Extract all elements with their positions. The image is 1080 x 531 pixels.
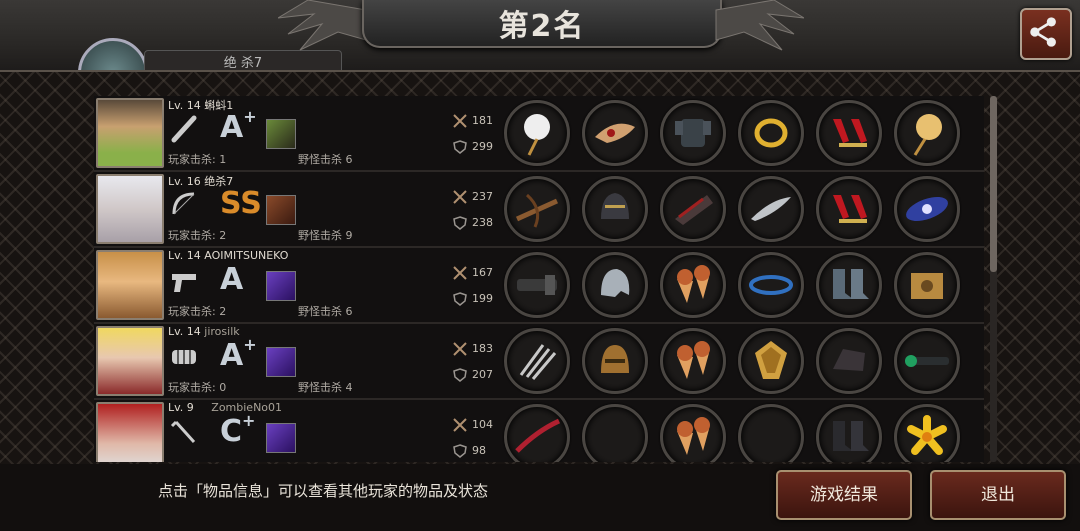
character-skill-icon[interactable] [266, 119, 296, 149]
ice-cream-cones-icon[interactable] [660, 328, 726, 394]
player-kills: 玩家击杀: 2 [168, 229, 227, 242]
player-kills: 玩家击杀: 0 [168, 381, 227, 394]
black-boots-icon[interactable] [816, 404, 882, 462]
knight-helmet-icon[interactable] [582, 176, 648, 242]
claw-blades-icon[interactable] [504, 328, 570, 394]
player-row[interactable]: Lv. 9 ZombieNo01 C+ 104 98 [94, 400, 984, 462]
red-high-heels-icon[interactable] [816, 100, 882, 166]
attack-stat: 183 [452, 342, 493, 356]
game-result-button[interactable]: 游戏结果 [776, 470, 912, 520]
defense-stat: 98 [452, 444, 486, 458]
purple-beast-skill-icon[interactable] [266, 347, 296, 377]
player-row[interactable]: Lv. 14 AOIMITSUNEKO A 玩家击杀: 2 野怪击杀 6 167… [94, 248, 984, 324]
player-portrait[interactable] [96, 250, 164, 320]
player-row[interactable]: Lv. 14 jirosilk A+ 玩家击杀: 0 野怪击杀 4 183 20… [94, 324, 984, 400]
arm-guard-icon[interactable] [660, 176, 726, 242]
galaxy-icon[interactable] [894, 176, 960, 242]
baseball-bat-icon [171, 115, 197, 143]
attack-stat: 181 [452, 114, 493, 128]
monster-kills: 野怪击杀 6 [298, 305, 353, 318]
winged-mask-icon[interactable] [582, 100, 648, 166]
purple-beast-skill-icon[interactable] [266, 423, 296, 453]
pistol-icon [172, 274, 196, 292]
portrait-fan-icon[interactable] [894, 100, 960, 166]
shield-icon [453, 444, 467, 458]
metal-boots-icon[interactable] [816, 252, 882, 318]
crossed-swords-icon [453, 114, 467, 128]
crossed-swords-icon [453, 190, 467, 204]
empty-slot[interactable] [738, 404, 804, 462]
defense-stat: 299 [452, 140, 493, 154]
grade-badge: A+ [220, 335, 257, 373]
right-wing-ornament-icon [715, 0, 804, 51]
player-name: Lv. 14 AOIMITSUNEKO [168, 249, 289, 262]
crowbar-icon [170, 420, 196, 444]
ice-cream-cones-icon[interactable] [660, 404, 726, 462]
attack-stat: 167 [452, 266, 493, 280]
bronze-helmet-icon[interactable] [582, 328, 648, 394]
crossed-swords-icon [453, 342, 467, 356]
attack-stat: 237 [452, 190, 493, 204]
player-portrait[interactable] [96, 402, 164, 462]
player-name: Lv. 9 ZombieNo01 [168, 401, 283, 414]
grade-badge: SS [220, 186, 262, 221]
attack-stat: 104 [452, 418, 493, 432]
monster-kills: 野怪击杀 9 [298, 229, 353, 242]
empty-slot[interactable] [582, 404, 648, 462]
player-row[interactable]: Lv. 14 蝌蚪1 A+ 玩家击杀: 1 野怪击杀 6 181 299 [94, 96, 984, 172]
monster-kills: 野怪击杀 4 [298, 381, 353, 394]
red-whip-icon[interactable] [504, 404, 570, 462]
hint-text: 点击「物品信息」可以查看其他玩家的物品及状态 [158, 482, 489, 500]
player-list[interactable]: Lv. 14 蝌蚪1 A+ 玩家击杀: 1 野怪击杀 6 181 299 Lv.… [94, 96, 984, 462]
brass-knuckles-icon [172, 350, 196, 364]
crossed-swords-icon [453, 266, 467, 280]
crossed-swords-icon [453, 418, 467, 432]
shield-icon [453, 216, 467, 230]
gold-ring-icon[interactable] [738, 100, 804, 166]
shuriken-skill-icon[interactable] [266, 195, 296, 225]
yellow-lily-icon[interactable] [894, 404, 960, 462]
body-armor-icon[interactable] [660, 100, 726, 166]
steel-helmet-icon[interactable] [582, 252, 648, 318]
player-row[interactable]: Lv. 16 绝杀7 SS 玩家击杀: 2 野怪击杀 9 237 238 [94, 172, 984, 248]
shield-icon [453, 140, 467, 154]
red-high-heels-icon[interactable] [816, 176, 882, 242]
player-kills: 玩家击杀: 2 [168, 305, 227, 318]
feather-blade-icon[interactable] [738, 176, 804, 242]
defense-stat: 238 [452, 216, 493, 230]
defense-stat: 207 [452, 368, 493, 382]
grade-badge: A+ [220, 107, 257, 145]
rank-plate: 第2名 [362, 0, 722, 48]
list-scrollbar[interactable] [990, 96, 997, 462]
player-portrait[interactable] [96, 98, 164, 168]
gold-shield-icon[interactable] [738, 328, 804, 394]
defense-stat: 199 [452, 292, 493, 306]
left-wing-ornament-icon [278, 0, 367, 51]
minigun-icon[interactable] [504, 252, 570, 318]
purple-beast-skill-icon[interactable] [266, 271, 296, 301]
shield-icon [453, 292, 467, 306]
player-portrait[interactable] [96, 174, 164, 244]
gauntlet-icon[interactable] [816, 328, 882, 394]
scrollbar-thumb[interactable] [990, 96, 997, 272]
grade-badge: A [220, 262, 244, 297]
monster-kills: 野怪击杀 6 [298, 153, 353, 166]
exit-button[interactable]: 退出 [930, 470, 1066, 520]
player-name: Lv. 14 jirosilk [168, 325, 240, 338]
share-icon [1030, 17, 1056, 47]
shield-icon [453, 368, 467, 382]
rank-title: 第2名 [498, 9, 586, 44]
grade-badge: C+ [220, 411, 256, 449]
crossbow-icon[interactable] [504, 176, 570, 242]
paper-fan-icon[interactable] [504, 100, 570, 166]
sniper-scope-icon[interactable] [894, 328, 960, 394]
player-portrait[interactable] [96, 326, 164, 396]
ice-cream-cones-icon[interactable] [660, 252, 726, 318]
blue-bead-necklace-icon[interactable] [738, 252, 804, 318]
share-button[interactable] [1020, 8, 1072, 60]
supply-box-icon[interactable] [894, 252, 960, 318]
player-kills: 玩家击杀: 1 [168, 153, 227, 166]
bow-icon [172, 192, 195, 215]
